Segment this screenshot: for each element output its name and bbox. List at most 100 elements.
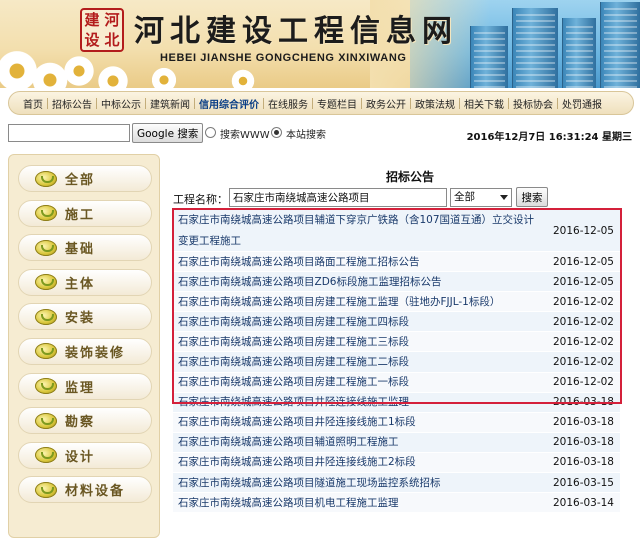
announcement-list: 石家庄市南绕城高速公路项目辅道下穿京广铁路（含107国道互通）立交设计变更工程施…: [173, 210, 620, 514]
logo-char: 北: [104, 30, 120, 49]
page-title: 招标公告: [386, 170, 435, 184]
nav-item[interactable]: 建筑新闻: [146, 96, 194, 111]
announcement-date: 2016-03-18: [552, 436, 614, 449]
category-bullet-icon: [35, 447, 57, 464]
category-bullet-icon: [35, 343, 57, 360]
nav-item[interactable]: 政务公开: [362, 96, 410, 111]
nav-item[interactable]: 处罚通报: [558, 96, 606, 111]
building-image: [512, 8, 558, 88]
sidebar-item[interactable]: 监理: [18, 372, 152, 400]
sidebar-item-label: 施工: [65, 207, 96, 223]
announcement-date: 2016-12-02: [552, 335, 614, 348]
category-bullet-icon: [35, 170, 57, 187]
list-item[interactable]: 石家庄市南绕城高速公路项目ZD6标段施工监理招标公告 2016-12-05: [173, 272, 620, 293]
logo-char: 设: [84, 30, 100, 49]
nav-item[interactable]: 信用综合评价: [195, 96, 263, 111]
announcement-title-link[interactable]: 石家庄市南绕城高速公路项目ZD6标段施工监理招标公告: [173, 272, 548, 292]
category-bullet-icon: [35, 308, 57, 325]
sidebar-item-label: 基础: [65, 242, 96, 258]
nav-item[interactable]: 中标公示: [97, 96, 145, 111]
radio-label-site: 本站搜索: [286, 130, 326, 141]
nav-item[interactable]: 招标公告: [48, 96, 96, 111]
google-search-button[interactable]: Google 搜索: [132, 123, 204, 143]
list-item[interactable]: 石家庄市南绕城高速公路项目房建工程施工一标段 2016-12-02: [173, 372, 620, 393]
announcement-date: 2016-12-02: [552, 376, 614, 389]
site-logo-seal[interactable]: 建 河 设 北: [80, 8, 124, 52]
announcement-title-link[interactable]: 石家庄市南绕城高速公路项目房建工程施工二标段: [173, 352, 548, 372]
sidebar-item-label: 设计: [65, 449, 96, 465]
sidebar-item[interactable]: 全部: [18, 165, 152, 192]
logo-char: 建: [84, 10, 100, 29]
announcement-title-link[interactable]: 石家庄市南绕城高速公路项目隧道施工现场监控系统招标: [173, 473, 548, 493]
sidebar-item-label: 材料设备: [65, 484, 126, 500]
category-select[interactable]: 全部: [450, 188, 512, 207]
list-item[interactable]: 石家庄市南绕城高速公路项目隧道施工现场监控系统招标 2016-03-15: [173, 473, 620, 494]
search-button[interactable]: 搜索: [516, 187, 548, 207]
announcement-date: 2016-03-18: [552, 416, 614, 429]
nav-item[interactable]: 首页: [19, 96, 47, 111]
list-item[interactable]: 石家庄市南绕城高速公路项目辅道照明工程施工 2016-03-18: [173, 432, 620, 453]
sidebar-item[interactable]: 施工: [18, 199, 152, 227]
search-input[interactable]: [8, 124, 130, 142]
announcement-date: 2016-12-02: [552, 315, 614, 328]
list-item[interactable]: 石家庄市南绕城高速公路项目房建工程施工三标段 2016-12-02: [173, 332, 620, 353]
announcement-date: 2016-12-05: [552, 255, 614, 268]
announcement-title-link[interactable]: 石家庄市南绕城高速公路项目井陉连接线施工1标段: [173, 412, 548, 432]
daisy-decoration: [150, 66, 178, 88]
list-item[interactable]: 石家庄市南绕城高速公路项目井陉连接线施工监理 2016-03-18: [173, 392, 620, 413]
announcement-title-link[interactable]: 石家庄市南绕城高速公路项目井陉连接线施工监理: [173, 392, 548, 412]
announcement-date: 2016-12-02: [552, 356, 614, 369]
sidebar-item[interactable]: 安装: [18, 303, 152, 331]
main-nav-bar: 首页 招标公告 中标公示 建筑新闻 信用综合评价 在线服务 专题栏目 政务公开 政策法规 相关下载…: [8, 91, 634, 115]
site-title: 河北建设工程信息网: [134, 14, 458, 49]
building-image: [600, 2, 640, 88]
sidebar-item-label: 装饰装修: [65, 345, 126, 361]
sidebar-item[interactable]: 主体: [18, 268, 152, 296]
logo-char: 河: [104, 10, 120, 29]
sidebar-item-label: 勘察: [65, 415, 96, 431]
sidebar-item-label: 监理: [65, 380, 96, 396]
chevron-down-icon: [500, 195, 508, 200]
announcement-title-link[interactable]: 石家庄市南绕城高速公路项目机电工程施工监理: [173, 493, 548, 513]
radio-search-www[interactable]: [205, 127, 216, 138]
sidebar-item[interactable]: 勘察: [18, 407, 152, 435]
announcement-title-link[interactable]: 石家庄市南绕城高速公路项目房建工程施工监理（驻地办FJJL-1标段）: [173, 292, 548, 312]
list-item[interactable]: 石家庄市南绕城高速公路项目井陉连接线施工2标段 2016-03-18: [173, 452, 620, 474]
announcement-title-link[interactable]: 石家庄市南绕城高速公路项目房建工程施工四标段: [173, 312, 548, 332]
list-item[interactable]: 石家庄市南绕城高速公路项目辅道下穿京广铁路（含107国道互通）立交设计变更工程施…: [173, 210, 620, 252]
announcement-date: 2016-12-05: [552, 224, 614, 237]
announcement-date: 2016-03-15: [552, 476, 614, 489]
sidebar-item[interactable]: 材料设备: [18, 476, 152, 504]
list-item[interactable]: 石家庄市南绕城高速公路项目机电工程施工监理 2016-03-14: [173, 493, 620, 514]
sidebar-item-label: 主体: [65, 276, 96, 292]
nav-item[interactable]: 投标协会: [509, 96, 557, 111]
list-item[interactable]: 石家庄市南绕城高速公路项目井陉连接线施工1标段 2016-03-18: [173, 412, 620, 433]
list-item[interactable]: 石家庄市南绕城高速公路项目房建工程施工二标段 2016-12-02: [173, 352, 620, 373]
nav-item[interactable]: 政策法规: [411, 96, 459, 111]
announcement-title-link[interactable]: 石家庄市南绕城高速公路项目井陉连接线施工2标段: [173, 452, 548, 472]
list-item[interactable]: 石家庄市南绕城高速公路项目房建工程施工四标段 2016-12-02: [173, 312, 620, 333]
sidebar-item[interactable]: 基础: [18, 234, 152, 262]
list-item[interactable]: 石家庄市南绕城高速公路项目房建工程施工监理（驻地办FJJL-1标段） 2016-1…: [173, 292, 620, 313]
sidebar-item[interactable]: 设计: [18, 441, 152, 469]
nav-item[interactable]: 相关下载: [460, 96, 508, 111]
sidebar-item[interactable]: 装饰装修: [18, 337, 152, 365]
category-sidebar: 全部施工基础主体安装装饰装修监理勘察设计材料设备: [8, 154, 160, 538]
category-bullet-icon: [35, 378, 57, 395]
project-name-input[interactable]: [229, 188, 447, 207]
announcement-title-link[interactable]: 石家庄市南绕城高速公路项目辅道下穿京广铁路（含107国道互通）立交设计变更工程施…: [173, 210, 548, 252]
nav-item[interactable]: 在线服务: [264, 96, 312, 111]
list-item[interactable]: 石家庄市南绕城高速公路项目路面工程施工招标公告 2016-12-05: [173, 252, 620, 273]
category-bullet-icon: [35, 274, 57, 291]
radio-search-site[interactable]: [271, 127, 282, 138]
announcement-title-link[interactable]: 石家庄市南绕城高速公路项目房建工程施工一标段: [173, 372, 548, 392]
announcement-title-link[interactable]: 石家庄市南绕城高速公路项目房建工程施工三标段: [173, 332, 548, 352]
building-image: [470, 26, 508, 88]
main-nav: 首页 招标公告 中标公示 建筑新闻 信用综合评价 在线服务 专题栏目 政务公开 政策法规 相关下载…: [0, 88, 640, 118]
category-bullet-icon: [35, 481, 57, 498]
announcement-title-link[interactable]: 石家庄市南绕城高速公路项目辅道照明工程施工: [173, 432, 548, 452]
announcement-title-link[interactable]: 石家庄市南绕城高速公路项目路面工程施工招标公告: [173, 252, 548, 272]
radio-label-www: 搜索WWW: [220, 130, 270, 141]
nav-item[interactable]: 专题栏目: [313, 96, 361, 111]
sidebar-item-label: 安装: [65, 311, 96, 327]
